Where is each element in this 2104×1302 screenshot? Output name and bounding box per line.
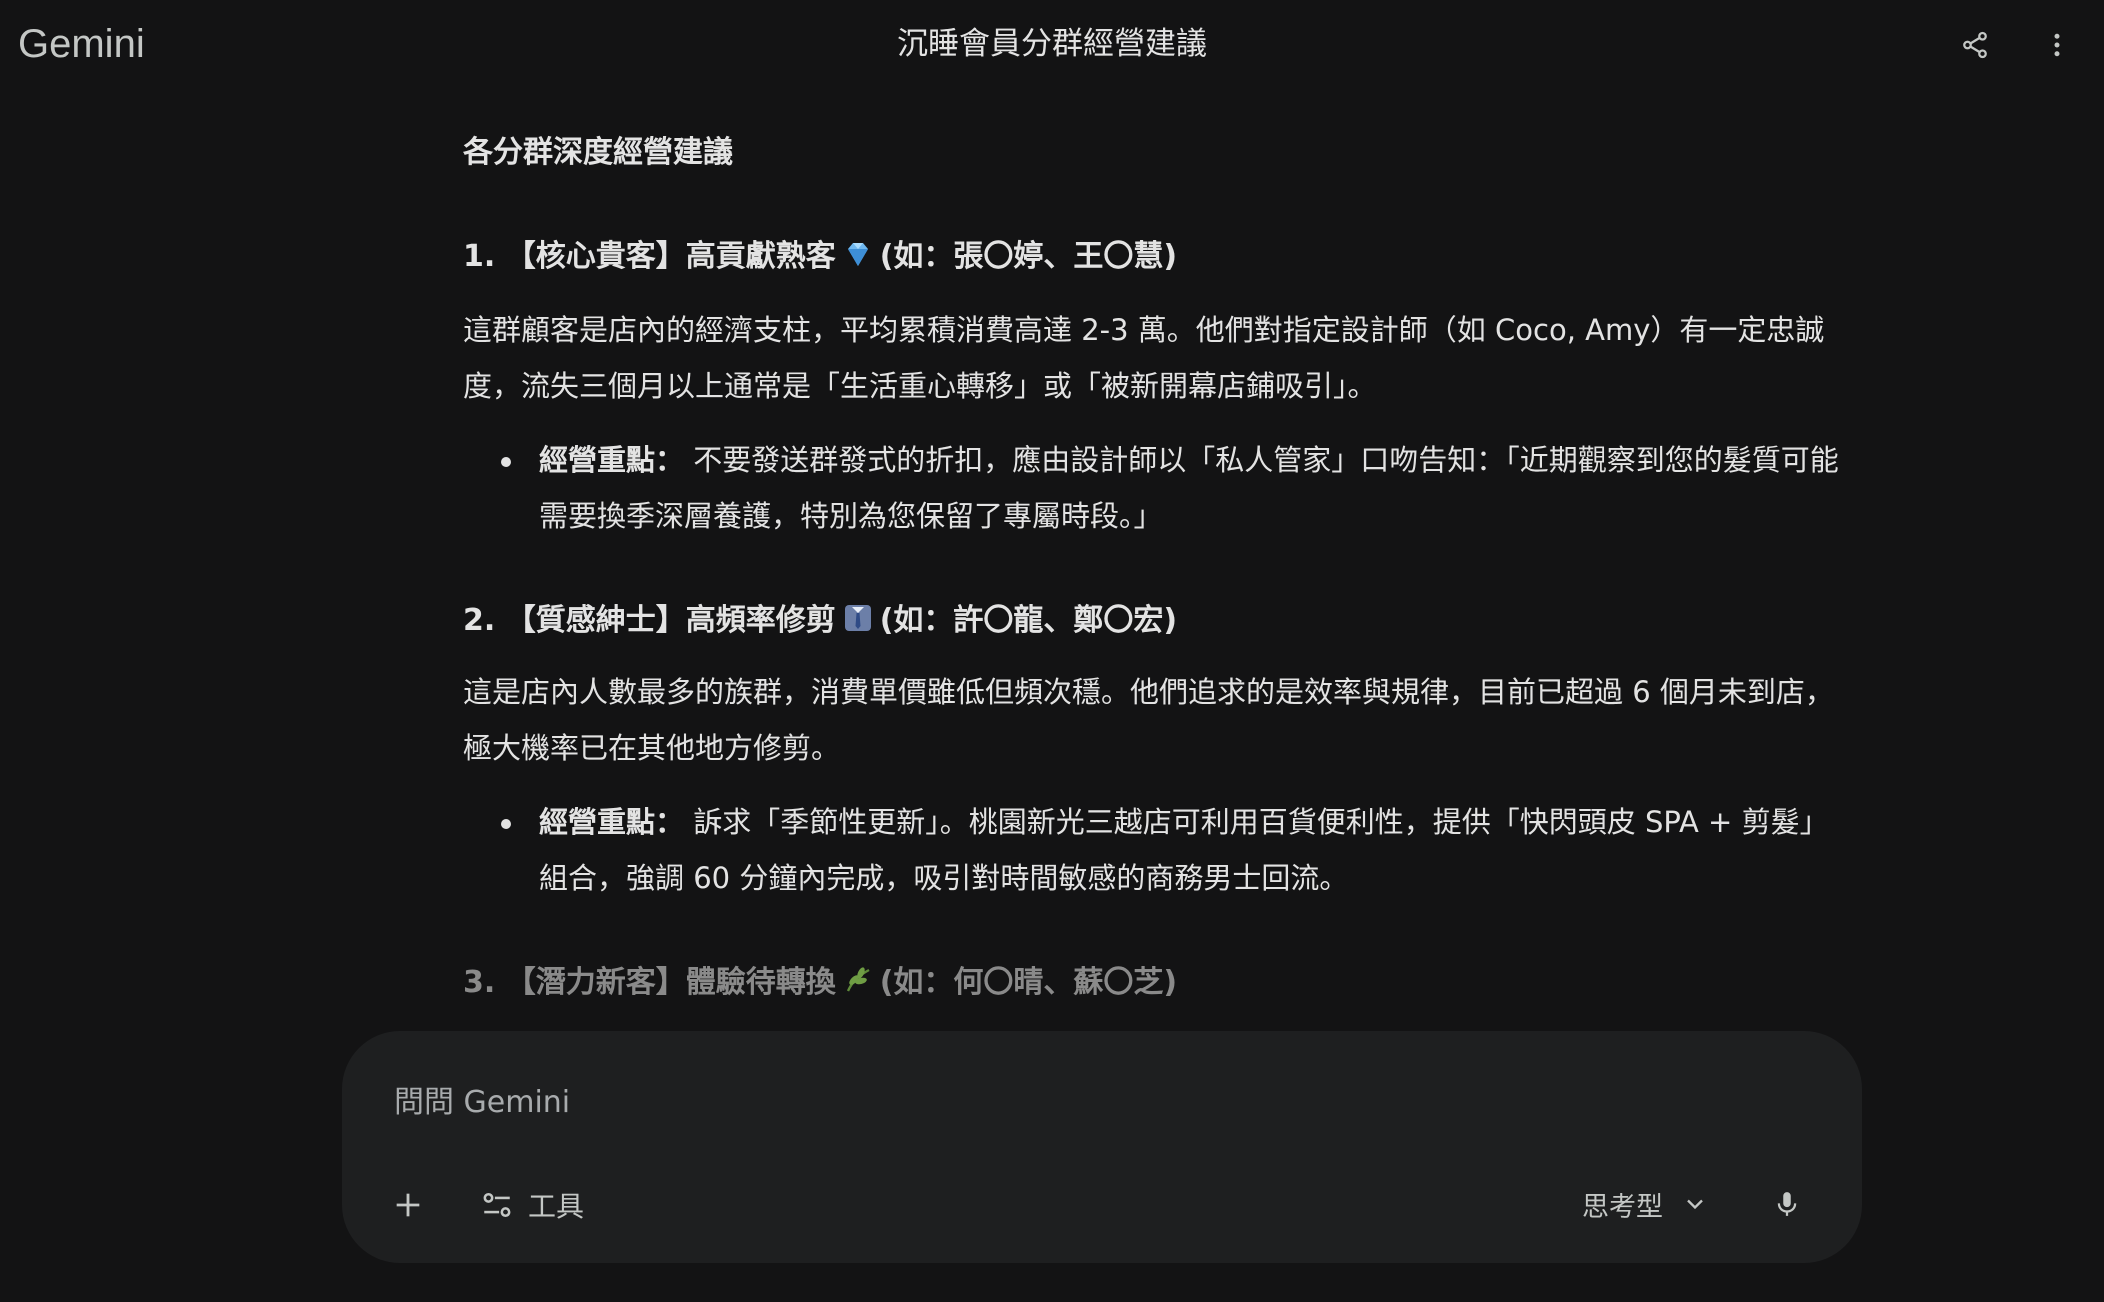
section-heading: 各分群深度經營建議	[463, 135, 733, 170]
bullet-dot	[501, 819, 511, 829]
footer-disclaimer-peek	[0, 1286, 2104, 1302]
tools-label: 工具	[528, 1190, 585, 1223]
model-label: 思考型	[1582, 1191, 1663, 1223]
segment-paragraph: 這群顧客是店內的經濟支柱，平均累積消費高達 2-3 萬。他們對指定設計師（如 C…	[463, 313, 1825, 403]
tune-icon	[483, 1192, 511, 1218]
tools-button[interactable]: 工具	[480, 1179, 584, 1231]
segment-heading-examples: (如：許〇龍、鄭〇宏)	[879, 603, 1178, 638]
necktie-shirt-emoji	[844, 605, 871, 631]
segment-heading-examples: (如：張〇婷、王〇慧)	[879, 239, 1178, 274]
share-icon	[1963, 31, 1987, 59]
segment-paragraph: 這是店內人數最多的族群，消費單價雖低但頻次穩。他們追求的是效率與規律，目前已超過…	[463, 675, 1834, 765]
segment-heading: 2. 【質感紳士】高頻率修剪 (如：許〇龍、鄭〇宏)	[463, 594, 1177, 648]
top-bar: Gemini 沉睡會員分群經營建議	[0, 0, 2104, 90]
segment-heading-examples: (如：何〇晴、蘇〇芝)	[879, 965, 1178, 1000]
more-vert-icon	[2054, 33, 2060, 57]
microphone-button[interactable]	[1760, 1177, 1814, 1231]
bullet-text: 訴求「季節性更新」。桃園新光三越店可利用百貨便利性，提供「快閃頭皮 SPA + …	[539, 805, 1829, 895]
herb-emoji	[846, 967, 870, 992]
share-button[interactable]	[1948, 18, 2002, 72]
plus-icon	[396, 1193, 420, 1217]
bullet-dot	[501, 457, 511, 467]
chevron-down-icon	[1687, 1199, 1703, 1210]
conversation-title: 沉睡會員分群經營建議	[897, 26, 1207, 62]
prompt-input[interactable]	[392, 1071, 1696, 1133]
model-selector[interactable]: 思考型	[1582, 1177, 1709, 1231]
bullet-text: 不要發送群發式的折扣，應由設計師以「私人管家」口吻告知：「近期觀察到您的髮質可能…	[539, 443, 1839, 533]
more-options-button[interactable]	[2030, 18, 2084, 72]
add-attachment-button[interactable]	[382, 1179, 434, 1231]
segment-heading: 3. 【潛力新客】體驗待轉換 (如：何〇晴、蘇〇芝)	[463, 956, 1177, 1010]
gem-emoji	[847, 243, 868, 266]
list-item: 經營重點： 訴求「季節性更新」。桃園新光三越店可利用百貨便利性，提供「快閃頭皮 …	[501, 794, 1845, 906]
bullet-label: 經營重點：	[539, 805, 685, 839]
response-content: 各分群深度經營建議 1. 【核心貴客】高貢獻熟客 (如：張〇婷、王〇慧) 這群顧…	[463, 126, 1845, 1026]
segment-heading-title: 2. 【質感紳士】高頻率修剪	[463, 603, 836, 638]
segment-heading-title: 1. 【核心貴客】高貢獻熟客	[463, 239, 836, 274]
list-item: 經營重點： 不要發送群發式的折扣，應由設計師以「私人管家」口吻告知：「近期觀察到…	[501, 432, 1845, 544]
segment-heading: 1. 【核心貴客】高貢獻熟客 (如：張〇婷、王〇慧)	[463, 230, 1177, 284]
prompt-composer: 工具 思考型	[342, 1031, 1862, 1263]
bullet-label: 經營重點：	[539, 443, 685, 477]
segment-heading-title: 3. 【潛力新客】體驗待轉換	[463, 965, 836, 1000]
gemini-app: Gemini 沉睡會員分群經營建議 各分群深度經營建議 1. 【核心貴客】高貢獻…	[0, 0, 2104, 1302]
mic-icon	[1777, 1192, 1797, 1216]
